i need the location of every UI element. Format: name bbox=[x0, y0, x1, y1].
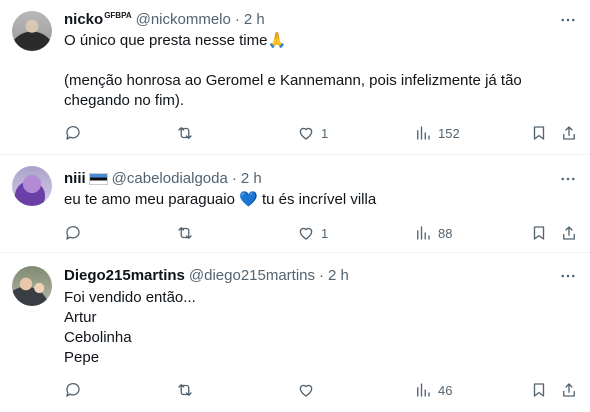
estonia-flag-icon bbox=[88, 172, 108, 185]
tweet-text-blank bbox=[64, 51, 568, 71]
retweet-icon bbox=[178, 384, 192, 396]
timestamp[interactable]: 2 h bbox=[241, 170, 262, 187]
timestamp[interactable]: 2 h bbox=[244, 11, 265, 28]
views-icon bbox=[417, 126, 430, 140]
reply-tweet[interactable]: Diego215martins @diego215martins · 2 h F… bbox=[0, 253, 590, 412]
more-icon bbox=[561, 177, 575, 181]
tweet-text: Foi vendido então... Artur Cebolinha Pep… bbox=[64, 288, 568, 368]
more-options-button[interactable] bbox=[558, 268, 578, 284]
tweet-text: O único que presta nesse time🙏 (menção h… bbox=[64, 31, 568, 111]
bookmark-icon bbox=[533, 226, 545, 240]
views-icon bbox=[417, 226, 430, 240]
views-button[interactable]: 46 bbox=[414, 381, 452, 399]
reply-button[interactable] bbox=[64, 224, 82, 242]
tweet-text-line: chegando no fim). bbox=[64, 92, 185, 109]
author-handle[interactable]: @cabelodialgoda bbox=[112, 170, 228, 187]
view-count: 152 bbox=[438, 125, 460, 141]
like-icon bbox=[299, 227, 313, 240]
tweet-text-line: Artur bbox=[64, 309, 97, 326]
tweet-text-line: Pepe bbox=[64, 349, 100, 366]
author-name[interactable]: Diego215martins bbox=[64, 267, 185, 284]
more-options-button[interactable] bbox=[558, 171, 578, 187]
bookmark-button[interactable] bbox=[530, 124, 548, 142]
avatar[interactable] bbox=[12, 166, 52, 206]
like-count: 1 bbox=[321, 225, 329, 241]
views-button[interactable]: 152 bbox=[414, 124, 460, 142]
tweet-text: eu te amo meu paraguaio 💙 tu és incrível… bbox=[64, 190, 568, 210]
like-button[interactable]: 1 bbox=[297, 124, 328, 142]
author-name-badge: GFBPA bbox=[104, 10, 132, 20]
author-name[interactable]: nickoGFBPA bbox=[64, 11, 132, 28]
share-button[interactable] bbox=[560, 124, 578, 142]
author-handle[interactable]: @nickommelo bbox=[136, 11, 231, 28]
more-icon bbox=[561, 18, 575, 22]
tweet-actions: 1 152 bbox=[64, 124, 575, 144]
views-button[interactable]: 88 bbox=[414, 224, 452, 242]
like-count: 1 bbox=[321, 125, 329, 141]
view-count: 88 bbox=[438, 225, 453, 241]
reply-button[interactable] bbox=[64, 381, 82, 399]
reply-icon bbox=[66, 225, 80, 240]
avatar[interactable] bbox=[12, 11, 52, 51]
like-icon bbox=[299, 127, 313, 140]
bookmark-button[interactable] bbox=[530, 224, 548, 242]
more-icon bbox=[561, 274, 575, 278]
views-icon bbox=[417, 383, 430, 397]
author-handle[interactable]: @diego215martins bbox=[189, 267, 315, 284]
avatar[interactable] bbox=[12, 266, 52, 306]
retweet-icon bbox=[178, 127, 192, 139]
retweet-button[interactable] bbox=[176, 224, 194, 242]
reply-tweet[interactable]: nickoGFBPA @nickommelo · 2 h O único que… bbox=[0, 0, 590, 155]
like-icon bbox=[299, 384, 313, 397]
retweet-button[interactable] bbox=[176, 381, 194, 399]
timestamp[interactable]: 2 h bbox=[328, 267, 349, 284]
like-button[interactable]: 1 bbox=[297, 224, 328, 242]
share-icon bbox=[563, 126, 575, 140]
tweet-text-line: (menção honrosa ao Geromel e Kannemann, … bbox=[64, 72, 522, 89]
tweet-text-line: eu te amo meu paraguaio 💙 tu és incrível… bbox=[64, 191, 377, 208]
like-button[interactable] bbox=[297, 381, 321, 399]
bookmark-icon bbox=[533, 383, 545, 397]
share-icon bbox=[563, 383, 575, 397]
separator-dot: · bbox=[234, 10, 240, 28]
tweet-text-line: O único que presta nesse time🙏 bbox=[64, 32, 287, 49]
author-name[interactable]: niii bbox=[64, 170, 108, 187]
retweet-icon bbox=[178, 227, 192, 239]
tweet-actions: 1 88 bbox=[64, 224, 575, 244]
bookmark-button[interactable] bbox=[530, 381, 548, 399]
view-count: 46 bbox=[438, 382, 453, 398]
share-button[interactable] bbox=[560, 381, 578, 399]
share-icon bbox=[563, 226, 575, 240]
tweet-actions: 46 bbox=[64, 381, 575, 401]
share-button[interactable] bbox=[560, 224, 578, 242]
retweet-button[interactable] bbox=[176, 124, 194, 142]
separator-dot: · bbox=[231, 169, 237, 187]
reply-tweet[interactable]: niii @cabelodialgoda · 2 h eu te amo meu… bbox=[0, 155, 590, 253]
tweet-text-line: Foi vendido então... bbox=[64, 289, 196, 306]
separator-dot: · bbox=[319, 266, 325, 284]
reply-icon bbox=[66, 382, 80, 397]
more-options-button[interactable] bbox=[558, 12, 578, 28]
bookmark-icon bbox=[533, 126, 545, 140]
reply-button[interactable] bbox=[64, 124, 82, 142]
tweet-text-line: Cebolinha bbox=[64, 329, 132, 346]
reply-icon bbox=[66, 125, 80, 140]
